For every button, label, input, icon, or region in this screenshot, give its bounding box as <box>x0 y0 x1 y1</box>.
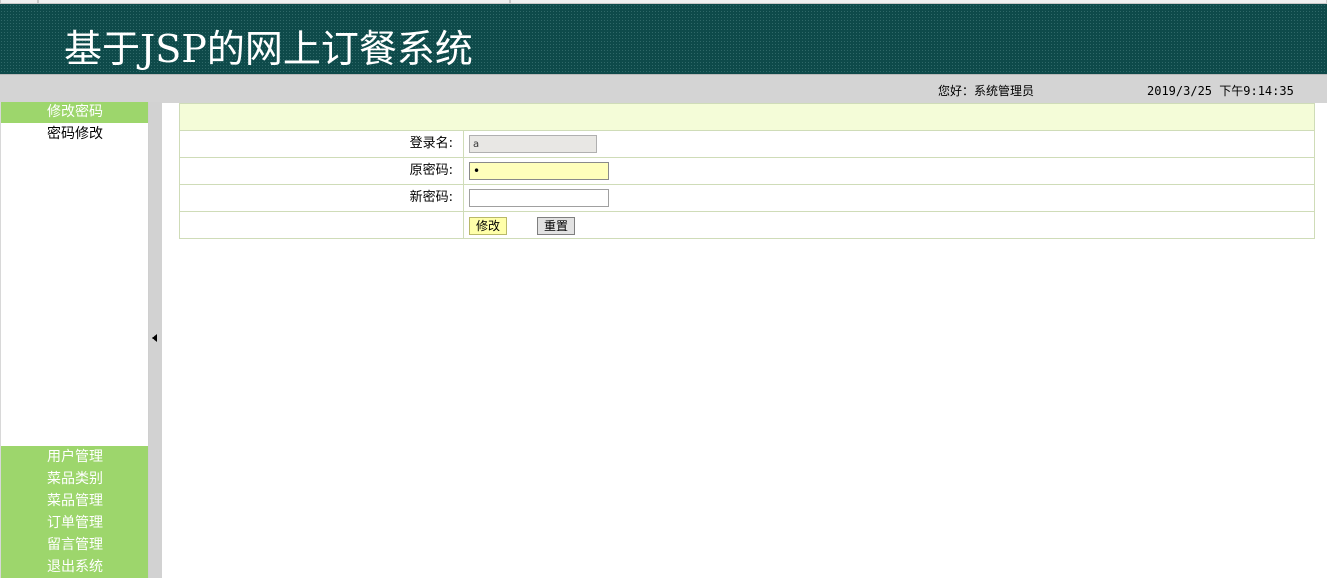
user-greeting: 您好：系统管理员 <box>938 84 1035 98</box>
menu-order-management[interactable]: 订单管理 <box>1 512 149 534</box>
menu-user-management[interactable]: 用户管理 <box>1 446 149 468</box>
login-name-field <box>469 135 597 153</box>
form-header <box>180 104 1314 131</box>
form-row-login: 登录名: <box>180 131 1314 158</box>
menu-change-password[interactable]: 修改密码 <box>1 102 149 123</box>
login-name-label: 登录名: <box>180 131 464 157</box>
form-row-old-password: 原密码: <box>180 158 1314 185</box>
menu-message-management[interactable]: 留言管理 <box>1 534 149 556</box>
change-password-form: 登录名: 原密码: 新密码: 修改 重置 <box>179 103 1315 239</box>
app-header: 基于JSP的网上订餐系统 <box>0 4 1327 74</box>
sidebar: 修改密码 密码修改 用户管理 菜品类别 菜品管理 订单管理 留言管理 退出系统 <box>0 102 149 578</box>
menu-dish-management[interactable]: 菜品管理 <box>1 490 149 512</box>
sidebar-splitter[interactable] <box>148 102 162 578</box>
form-row-new-password: 新密码: <box>180 185 1314 212</box>
user-bar: 您好：系统管理员 2019/3/25 下午9:14:35 <box>0 74 1327 103</box>
menu-dish-categories[interactable]: 菜品类别 <box>1 468 149 490</box>
new-password-field[interactable] <box>469 189 609 207</box>
app-title: 基于JSP的网上订餐系统 <box>64 27 473 71</box>
old-password-field[interactable] <box>469 162 609 180</box>
old-password-label: 原密码: <box>180 158 464 184</box>
form-row-actions: 修改 重置 <box>180 212 1314 238</box>
collapse-arrow-icon[interactable] <box>152 334 157 342</box>
current-datetime: 2019/3/25 下午9:14:35 <box>1147 84 1294 98</box>
new-password-label: 新密码: <box>180 185 464 211</box>
actions-label-cell <box>180 212 464 238</box>
submenu-password-change[interactable]: 密码修改 <box>1 123 149 145</box>
sidebar-menu: 用户管理 菜品类别 菜品管理 订单管理 留言管理 退出系统 <box>1 446 149 578</box>
reset-button[interactable]: 重置 <box>537 217 575 235</box>
submit-button[interactable]: 修改 <box>469 217 507 235</box>
menu-logout[interactable]: 退出系统 <box>1 556 149 578</box>
